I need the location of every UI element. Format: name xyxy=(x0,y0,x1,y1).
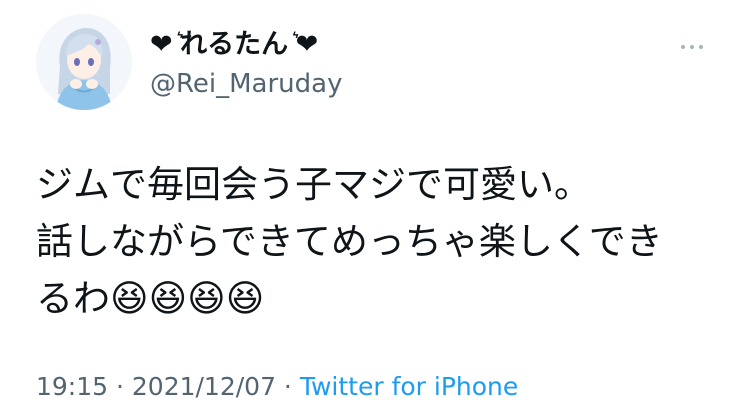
more-horizontal-icon xyxy=(681,45,685,49)
display-name[interactable]: ❤︎ ͛れるたん ͛❤︎ xyxy=(150,28,318,62)
more-options-button[interactable] xyxy=(670,36,714,58)
avatar[interactable] xyxy=(36,14,132,110)
tweet-text-line: るわ😆😆😆😆 xyxy=(36,277,265,320)
tweet-card: ❤︎ ͛れるたん ͛❤︎ @Rei_Maruday ジムで毎回会う子マジで可愛い… xyxy=(0,0,740,416)
tweet-metadata: 19:15 · 2021/12/07 · Twitter for iPhone xyxy=(36,371,518,403)
meta-separator: · xyxy=(275,372,300,401)
tweet-text-line: ジムで毎回会う子マジで可愛い。 xyxy=(36,163,591,206)
tweet-text: ジムで毎回会う子マジで可愛い。 話しながらできてめっちゃ楽しくでき るわ😆😆😆😆 xyxy=(36,156,726,327)
more-horizontal-icon xyxy=(699,45,703,49)
meta-separator: · xyxy=(108,372,132,401)
avatar-image xyxy=(36,14,132,110)
tweet-source-link[interactable]: Twitter for iPhone xyxy=(300,372,518,401)
tweet-text-line: 話しながらできてめっちゃ楽しくでき xyxy=(36,220,663,263)
more-horizontal-icon xyxy=(690,45,694,49)
tweet-time[interactable]: 19:15 xyxy=(36,372,108,401)
tweet-date[interactable]: 2021/12/07 xyxy=(132,372,276,401)
user-handle[interactable]: @Rei_Maruday xyxy=(150,67,342,101)
